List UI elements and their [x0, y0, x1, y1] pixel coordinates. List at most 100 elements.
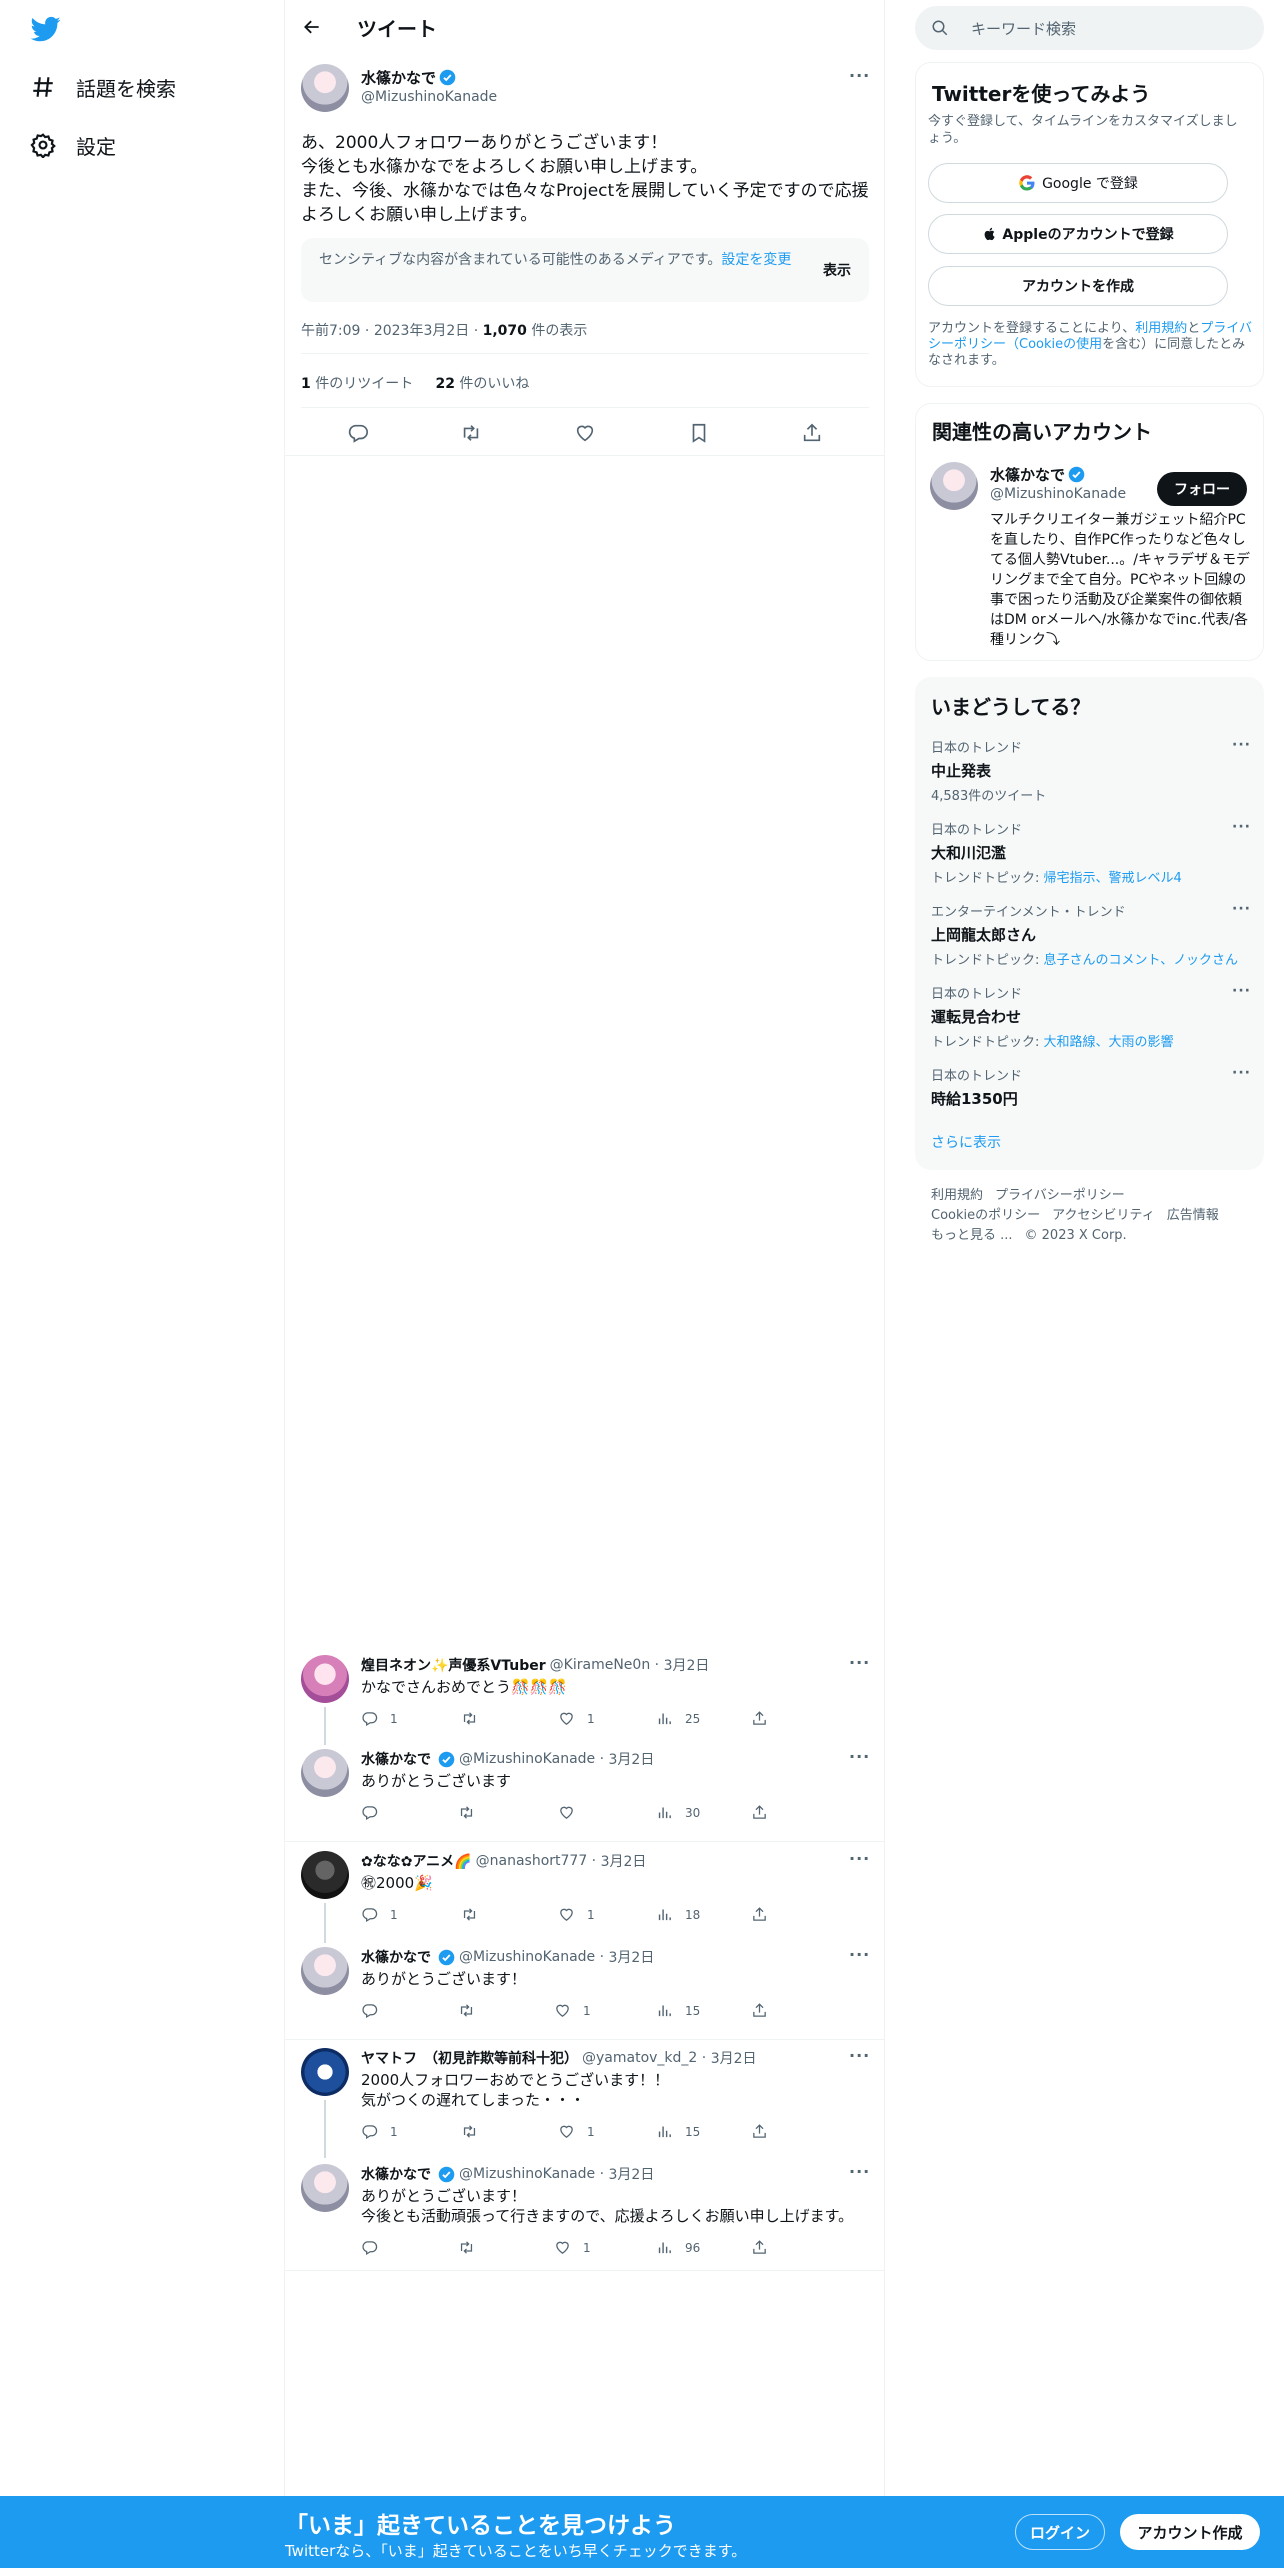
- share-action[interactable]: [751, 2123, 780, 2140]
- footer-privacy-link[interactable]: プライバシーポリシー: [995, 1188, 1125, 1203]
- share-icon[interactable]: [801, 422, 823, 444]
- reply-action[interactable]: [361, 1804, 390, 1821]
- change-settings-link[interactable]: 設定を変更: [721, 252, 791, 268]
- terms-link[interactable]: 利用規約: [1135, 321, 1187, 336]
- footer-ads-link[interactable]: 広告情報: [1167, 1208, 1219, 1223]
- reply-author-handle[interactable]: @yamatov_kd_2: [582, 2050, 697, 2066]
- related-account-name[interactable]: 水篠かなで: [990, 464, 1089, 485]
- like-action[interactable]: 1: [558, 2123, 595, 2140]
- reply-author-handle[interactable]: @nanashort777: [476, 1853, 588, 1869]
- avatar[interactable]: [301, 1655, 349, 1703]
- reply-author-name[interactable]: 水篠かなで: [361, 2164, 431, 2184]
- avatar[interactable]: [301, 2164, 349, 2212]
- more-options-icon[interactable]: ···: [849, 1849, 870, 1868]
- more-options-icon[interactable]: ···: [1232, 901, 1251, 917]
- author-name[interactable]: 水篠かなで: [361, 67, 460, 88]
- reply-author-name[interactable]: ✿なな✿アニメ🌈: [361, 1851, 472, 1871]
- search-input[interactable]: キーワード検索: [971, 18, 1076, 39]
- reply-action[interactable]: [361, 2002, 390, 2019]
- retweet-action[interactable]: [458, 2239, 487, 2256]
- reply-author-handle[interactable]: @MizushinoKanade: [459, 1949, 595, 1965]
- author-handle[interactable]: @MizushinoKanade: [361, 89, 497, 105]
- share-action[interactable]: [751, 1710, 780, 1727]
- like-action[interactable]: 1: [558, 1906, 595, 1923]
- like-action[interactable]: 1: [554, 2239, 591, 2256]
- more-options-icon[interactable]: ···: [849, 1945, 870, 1964]
- create-account-button[interactable]: アカウントを作成: [928, 266, 1228, 306]
- back-arrow-icon[interactable]: [299, 14, 325, 40]
- trend-item[interactable]: 日本のトレンド 大和川氾濫 トレンドトピック: 帰宅指示、警戒レベル4 ···: [931, 819, 1251, 886]
- cookie-link[interactable]: （Cookieの使用: [1006, 337, 1102, 352]
- more-options-icon[interactable]: ···: [849, 2046, 870, 2065]
- retweet-stat[interactable]: 1 件のリツイート: [301, 376, 413, 392]
- reply-date[interactable]: 3月2日: [711, 2048, 757, 2068]
- tweet-time[interactable]: 午前7:09: [301, 323, 360, 339]
- footer-more-link[interactable]: もっと見る ...: [931, 1228, 1013, 1243]
- more-options-icon[interactable]: ···: [849, 2162, 870, 2181]
- reply-tweet[interactable]: 煌目ネオン✨声優系VTuber @KirameNe0n · 3月2日 ··· か…: [285, 1645, 885, 1745]
- retweet-action[interactable]: [458, 1804, 487, 1821]
- apple-signup-button[interactable]: Appleのアカウントで登録: [928, 214, 1228, 254]
- like-action[interactable]: 1: [554, 2002, 591, 2019]
- more-options-icon[interactable]: ···: [1232, 983, 1251, 999]
- like-icon[interactable]: [574, 422, 596, 444]
- reply-author-name[interactable]: 煌目ネオン✨声優系VTuber: [361, 1655, 546, 1675]
- reply-tweet[interactable]: ヤマトフ （初見詐欺等前科十犯） @yamatov_kd_2 · 3月2日 ··…: [285, 2040, 885, 2158]
- trend-item[interactable]: 日本のトレンド 中止発表 4,583件のツイート ···: [931, 737, 1251, 804]
- avatar[interactable]: [301, 64, 349, 112]
- reply-author-handle[interactable]: @KirameNe0n: [550, 1657, 651, 1673]
- trend-item[interactable]: 日本のトレンド 時給1350円 ···: [931, 1065, 1251, 1109]
- reply-action[interactable]: 1: [361, 1710, 398, 1727]
- reply-action[interactable]: [361, 2239, 390, 2256]
- reply-tweet[interactable]: 水篠かなで @MizushinoKanade · 3月2日 ··· ありがとうご…: [285, 1745, 885, 1842]
- trend-topic-links[interactable]: 帰宅指示、警戒レベル4: [1044, 871, 1182, 886]
- reply-action[interactable]: 1: [361, 2123, 398, 2140]
- reply-author-name[interactable]: ヤマトフ （初見詐欺等前科十犯）: [361, 2048, 578, 2068]
- views-action[interactable]: 25: [656, 1710, 700, 1727]
- reply-action[interactable]: 1: [361, 1906, 398, 1923]
- like-action[interactable]: [558, 1804, 587, 1821]
- twitter-logo-icon[interactable]: [30, 14, 62, 44]
- reply-date[interactable]: 3月2日: [609, 2164, 655, 2184]
- avatar[interactable]: [301, 2048, 349, 2096]
- reply-author-handle[interactable]: @MizushinoKanade: [459, 2166, 595, 2182]
- retweet-action[interactable]: [458, 2002, 487, 2019]
- more-options-icon[interactable]: ···: [1232, 1065, 1251, 1081]
- trend-item[interactable]: エンターテインメント・トレンド 上岡龍太郎さん トレンドトピック: 息子さんのコ…: [931, 901, 1251, 968]
- like-action[interactable]: 1: [558, 1710, 595, 1727]
- reply-date[interactable]: 3月2日: [601, 1851, 647, 1871]
- tweet-date[interactable]: 2023年3月2日: [374, 323, 469, 339]
- like-stat[interactable]: 22 件のいいね: [435, 376, 529, 392]
- follow-button[interactable]: フォロー: [1157, 472, 1247, 506]
- retweet-action[interactable]: [461, 1906, 490, 1923]
- reply-tweet[interactable]: ✿なな✿アニメ🌈 @nanashort777 · 3月2日 ··· ㊗2000🎉…: [285, 1843, 885, 1943]
- more-options-icon[interactable]: ···: [849, 66, 870, 85]
- reply-author-name[interactable]: 水篠かなで: [361, 1947, 431, 1967]
- avatar[interactable]: [930, 462, 978, 510]
- login-button[interactable]: ログイン: [1015, 2514, 1105, 2550]
- google-signup-button[interactable]: Google で登録: [928, 163, 1228, 203]
- nav-settings[interactable]: 設定: [30, 125, 116, 165]
- views-action[interactable]: 15: [656, 2123, 700, 2140]
- reply-tweet[interactable]: 水篠かなで @MizushinoKanade · 3月2日 ··· ありがとうご…: [285, 1943, 885, 2040]
- search-box[interactable]: キーワード検索: [915, 6, 1264, 50]
- views-action[interactable]: 18: [656, 1906, 700, 1923]
- show-more-link[interactable]: さらに表示: [931, 1132, 1001, 1152]
- signup-button[interactable]: アカウント作成: [1120, 2514, 1260, 2550]
- more-options-icon[interactable]: ···: [849, 1747, 870, 1766]
- share-action[interactable]: [751, 2239, 780, 2256]
- trend-item[interactable]: 日本のトレンド 運転見合わせ トレンドトピック: 大和路線、大雨の影響 ···: [931, 983, 1251, 1050]
- trend-topic-links[interactable]: 大和路線、大雨の影響: [1044, 1035, 1174, 1050]
- reply-author-name[interactable]: 水篠かなで: [361, 1749, 431, 1769]
- share-action[interactable]: [751, 1906, 780, 1923]
- reply-author-handle[interactable]: @MizushinoKanade: [459, 1751, 595, 1767]
- share-action[interactable]: [751, 2002, 780, 2019]
- reply-date[interactable]: 3月2日: [609, 1947, 655, 1967]
- avatar[interactable]: [301, 1851, 349, 1899]
- show-media-button[interactable]: 表示: [823, 260, 851, 280]
- reply-date[interactable]: 3月2日: [664, 1655, 710, 1675]
- footer-accessibility-link[interactable]: アクセシビリティ: [1052, 1208, 1155, 1223]
- avatar[interactable]: [301, 1947, 349, 1995]
- more-options-icon[interactable]: ···: [1232, 819, 1251, 835]
- views-action[interactable]: 96: [656, 2239, 700, 2256]
